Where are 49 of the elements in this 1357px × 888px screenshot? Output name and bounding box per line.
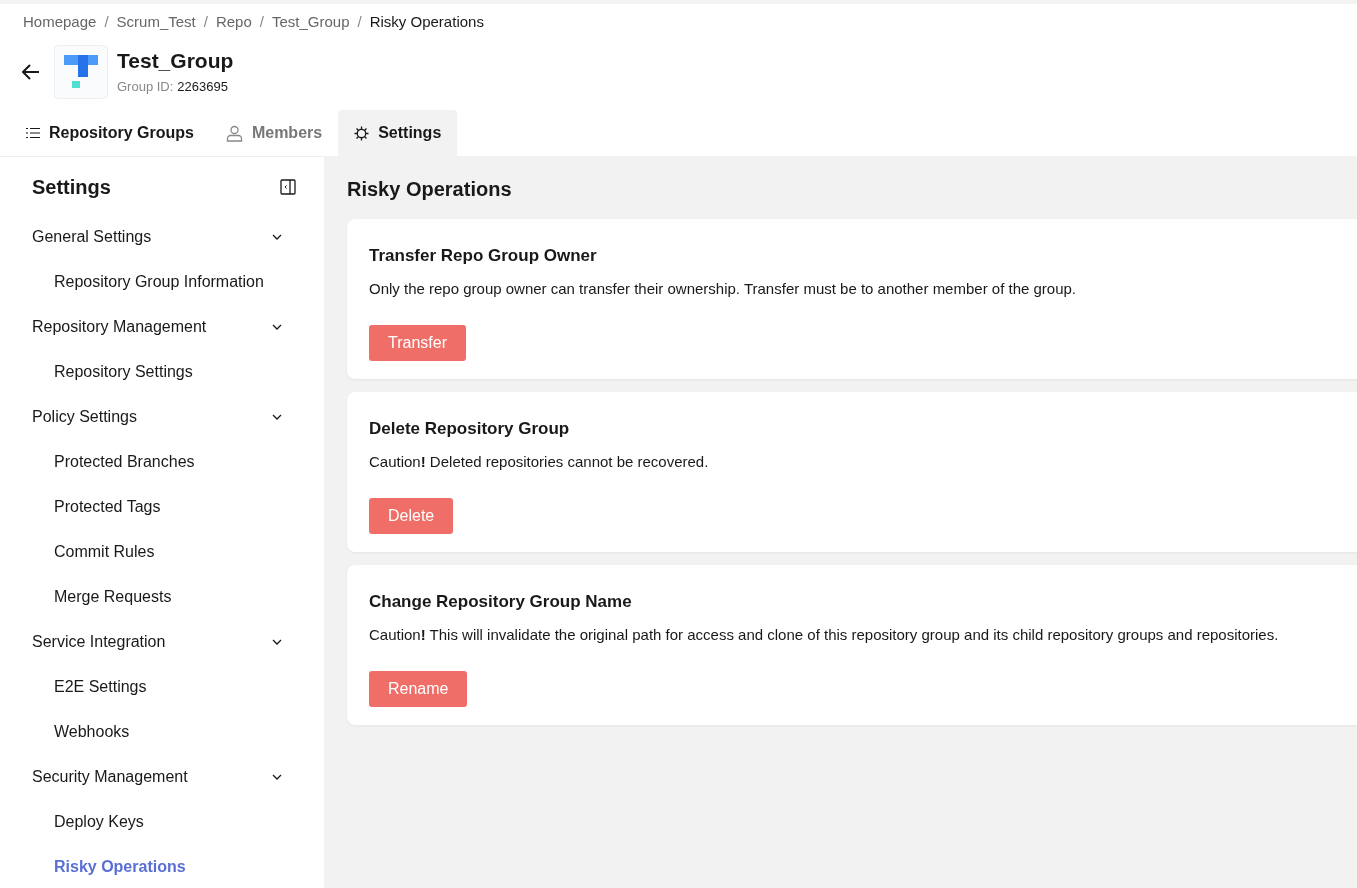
- nav-item[interactable]: Repository Group Information: [0, 259, 324, 304]
- breadcrumb-separator: /: [104, 11, 109, 32]
- page-title: Risky Operations: [347, 177, 513, 202]
- nav-item[interactable]: Risky Operations: [0, 844, 324, 888]
- breadcrumb-separator: /: [203, 11, 208, 32]
- card-description: Caution! This will invalidate the original path for access and clone of this repository group and its child repository groups and repositories.: [369, 624, 1279, 645]
- group-id-label: Group ID:: [117, 78, 174, 97]
- list-icon: [26, 127, 40, 139]
- nav-item[interactable]: Webhooks: [0, 709, 324, 754]
- breadcrumb-link[interactable]: Homepage: [23, 10, 97, 34]
- nav-group[interactable]: Repository Management: [0, 304, 324, 349]
- nav-item[interactable]: Merge Requests: [0, 574, 324, 619]
- chevron-icon: [272, 413, 282, 420]
- card-description: Only the repo group owner can transfer their ownership. Transfer must be to another member of the group.: [369, 278, 1077, 299]
- card-title: Transfer Repo Group Owner: [369, 245, 597, 267]
- breadcrumb-link[interactable]: Scrum_Test: [116, 10, 196, 34]
- card-description: Caution! Deleted repositories cannot be recovered.: [369, 451, 709, 472]
- nav-group[interactable]: General Settings: [0, 214, 324, 259]
- nav-group[interactable]: Policy Settings: [0, 394, 324, 439]
- card-title: Change Repository Group Name: [369, 591, 632, 613]
- nav-item[interactable]: Deploy Keys: [0, 799, 324, 844]
- sidebar-title: Settings: [32, 174, 111, 200]
- chevron-icon: [272, 773, 282, 780]
- breadcrumb-link[interactable]: Repo: [215, 10, 252, 34]
- collapse-sidebar-icon[interactable]: [280, 178, 296, 195]
- nav-item[interactable]: Protected Tags: [0, 484, 324, 529]
- tab[interactable]: Settings: [338, 110, 458, 156]
- chevron-icon: [272, 638, 282, 645]
- nav-item[interactable]: Commit Rules: [0, 529, 324, 574]
- nav-item[interactable]: Protected Branches: [0, 439, 324, 484]
- group-title: Test_Group: [117, 48, 234, 75]
- group-logo-icon: [54, 45, 108, 99]
- breadcrumb-current: Risky Operations: [369, 11, 484, 32]
- breadcrumb-separator: /: [259, 11, 264, 32]
- nav-item[interactable]: E2E Settings: [0, 664, 324, 709]
- nav-item[interactable]: Repository Settings: [0, 349, 324, 394]
- nav-group[interactable]: Security Management: [0, 754, 324, 799]
- card-title: Delete Repository Group: [369, 418, 570, 440]
- tab[interactable]: Members: [209, 110, 339, 156]
- breadcrumb-separator: /: [357, 11, 362, 32]
- group-id-value: 2263695: [177, 78, 228, 97]
- chevron-icon: [272, 323, 282, 330]
- chevron-icon: [272, 233, 282, 240]
- tab[interactable]: Repository Groups: [10, 110, 210, 156]
- back-arrow-icon[interactable]: [22, 64, 40, 80]
- settings-icon: [354, 125, 370, 141]
- breadcrumb-link[interactable]: Test_Group: [271, 10, 350, 34]
- person-icon: [225, 124, 243, 142]
- nav-group[interactable]: Service Integration: [0, 619, 324, 664]
